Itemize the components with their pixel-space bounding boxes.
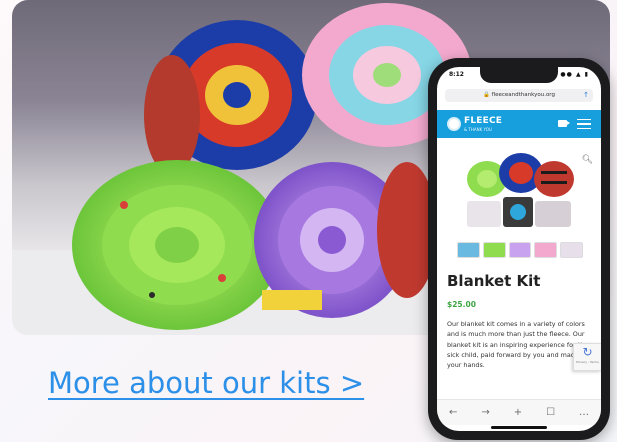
kits-card: More about our kits > 8:12 ●● ▲ ▮ 🔒 flee… (0, 0, 617, 442)
site-header: FLEECE & THANK YOU (437, 110, 601, 138)
more-about-kits-link[interactable]: More about our kits > (48, 366, 364, 400)
thumbnail[interactable] (508, 242, 532, 258)
phone-screen: 8:12 ●● ▲ ▮ 🔒 fleeceandthankyou.org ↑ FL… (437, 67, 601, 431)
product-description: Our blanket kit comes in a variety of co… (447, 320, 589, 370)
thumbnail[interactable] (482, 242, 506, 258)
url-text: 🔒 fleeceandthankyou.org (483, 92, 555, 98)
recaptcha-icon: ↻ (582, 345, 593, 359)
home-indicator (491, 426, 547, 429)
thumbnail[interactable] (560, 242, 583, 258)
status-bar: 8:12 ●● ▲ ▮ (449, 71, 589, 83)
magnifier-icon[interactable]: 🔍︎ (582, 155, 593, 165)
browser-url-bar[interactable]: 🔒 fleeceandthankyou.org ↑ (445, 89, 593, 102)
brand-name[interactable]: FLEECE (464, 116, 502, 126)
product-price: $25.00 (447, 300, 476, 309)
product-title: Blanket Kit (447, 272, 541, 290)
new-tab-icon[interactable]: + (514, 407, 522, 418)
share-icon[interactable]: ↑ (583, 89, 589, 102)
product-thumbnails (457, 242, 583, 258)
hamburger-menu-icon[interactable] (577, 119, 591, 129)
recaptcha-badge[interactable]: ↻ Privacy - Terms (573, 343, 601, 371)
phone-mockup: 8:12 ●● ▲ ▮ 🔒 fleeceandthankyou.org ↑ FL… (428, 58, 610, 440)
recaptcha-text: Privacy - Terms (576, 360, 599, 364)
browser-toolbar: ← → + ☐ … (437, 399, 601, 425)
more-icon[interactable]: … (579, 407, 589, 418)
status-icons: ●● ▲ ▮ (560, 71, 589, 78)
brand-subtitle: & THANK YOU (464, 127, 492, 132)
thumbnail[interactable] (534, 242, 558, 258)
thumbnail[interactable] (457, 242, 480, 258)
back-icon[interactable]: ← (449, 407, 457, 418)
status-time: 8:12 (449, 71, 464, 78)
tabs-icon[interactable]: ☐ (546, 407, 555, 418)
video-camera-icon[interactable] (558, 120, 570, 127)
fleece-logo-icon[interactable] (447, 117, 461, 131)
product-image[interactable] (459, 149, 581, 234)
forward-icon[interactable]: → (481, 407, 489, 418)
